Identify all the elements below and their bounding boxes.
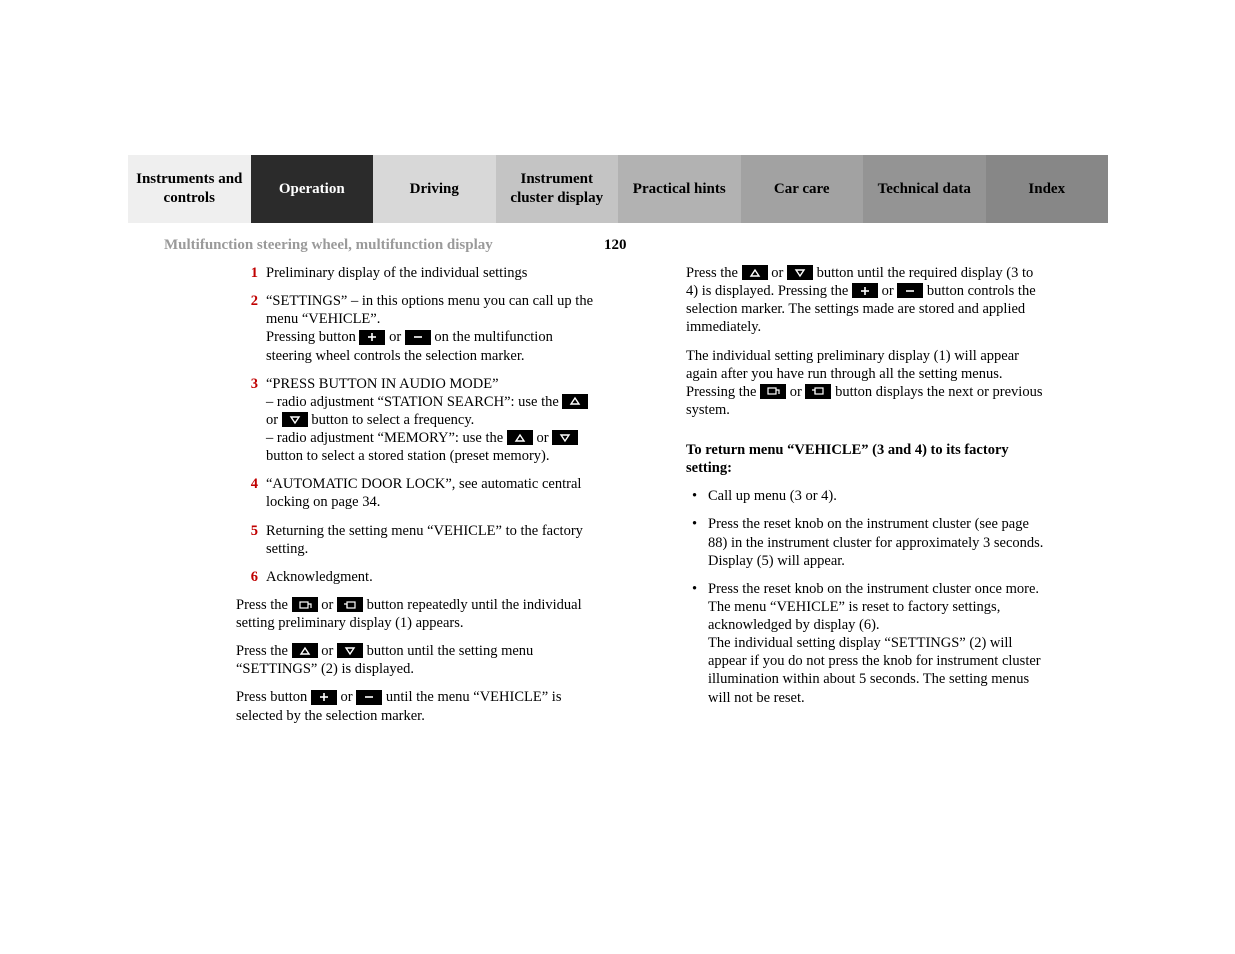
tab-index[interactable]: Index <box>986 155 1109 223</box>
tab-bar: Instruments and controls Operation Drivi… <box>128 155 1108 223</box>
text: Press button <box>236 689 311 705</box>
text: Pressing button <box>266 329 359 345</box>
paragraph: Press the or button until the setting me… <box>236 642 598 678</box>
text: or <box>533 430 552 446</box>
bullet-item: Press the reset knob on the instrument c… <box>686 515 1046 569</box>
tab-instruments-controls[interactable]: Instruments and controls <box>128 155 251 223</box>
down-arrow-icon <box>787 265 813 280</box>
tab-driving[interactable]: Driving <box>373 155 496 223</box>
tab-cluster-display[interactable]: Instrument cluster display <box>496 155 619 223</box>
screen-prev-icon <box>292 597 318 612</box>
left-column: 1 Preliminary display of the individual … <box>238 264 598 735</box>
manual-page: Instruments and controls Operation Drivi… <box>128 155 1108 735</box>
list-item: 3 “PRESS BUTTON IN AUDIO MODE” – radio a… <box>238 375 598 466</box>
list-item: 5 Returning the setting menu “VEHICLE” t… <box>238 522 598 558</box>
item-text: “SETTINGS” – in this options menu you ca… <box>266 292 598 365</box>
plus-icon <box>852 283 878 298</box>
text: – radio adjustment “MEMORY”: use the <box>266 430 507 446</box>
text: “SETTINGS” – in this options menu you ca… <box>266 293 593 327</box>
item-number: 3 <box>238 375 258 466</box>
tab-technical-data[interactable]: Technical data <box>863 155 986 223</box>
text: or <box>318 643 337 659</box>
text: button to select a frequency. <box>308 412 475 428</box>
item-text: “PRESS BUTTON IN AUDIO MODE” – radio adj… <box>266 375 598 466</box>
minus-icon <box>405 330 431 345</box>
text: Press the <box>236 597 292 613</box>
item-number: 1 <box>238 264 258 282</box>
item-text: Preliminary display of the individual se… <box>266 264 598 282</box>
bullet-item: Call up menu (3 or 4). <box>686 487 1046 505</box>
text: The individual setting display “SETTINGS… <box>708 635 1041 705</box>
text: or <box>786 384 805 400</box>
item-text: “AUTOMATIC DOOR LOCK”, see automatic cen… <box>266 475 598 511</box>
text: Press the <box>236 643 292 659</box>
text: or <box>878 283 897 299</box>
bullet-item: Press the reset knob on the instrument c… <box>686 580 1046 707</box>
item-number: 5 <box>238 522 258 558</box>
list-item: 6 Acknowledgment. <box>238 568 598 586</box>
item-text: Returning the setting menu “VEHICLE” to … <box>266 522 598 558</box>
list-item: 1 Preliminary display of the individual … <box>238 264 598 282</box>
paragraph: Press the or button repeatedly until the… <box>236 596 598 632</box>
up-arrow-icon <box>562 394 588 409</box>
up-arrow-icon <box>742 265 768 280</box>
down-arrow-icon <box>282 412 308 427</box>
plus-icon <box>311 690 337 705</box>
paragraph: The individual setting preliminary displ… <box>686 347 1046 420</box>
list-item: 2 “SETTINGS” – in this options menu you … <box>238 292 598 365</box>
text: Press the reset knob on the instrument c… <box>708 581 1039 633</box>
tab-car-care[interactable]: Car care <box>741 155 864 223</box>
item-number: 6 <box>238 568 258 586</box>
text: Press the <box>686 265 742 281</box>
text: or <box>768 265 787 281</box>
subheading: To return menu “VEHICLE” (3 and 4) to it… <box>686 441 1046 477</box>
text: or <box>385 329 404 345</box>
tab-practical-hints[interactable]: Practical hints <box>618 155 741 223</box>
up-arrow-icon <box>507 430 533 445</box>
text: or <box>266 412 282 428</box>
up-arrow-icon <box>292 643 318 658</box>
page-number: 120 <box>604 237 627 254</box>
bullet-list: Call up menu (3 or 4). Press the reset k… <box>686 487 1046 706</box>
paragraph: Press button or until the menu “VEHICLE”… <box>236 688 598 724</box>
item-number: 2 <box>238 292 258 365</box>
section-title: Multifunction steering wheel, multifunct… <box>164 237 493 254</box>
minus-icon <box>356 690 382 705</box>
item-text: Acknowledgment. <box>266 568 598 586</box>
item-number: 4 <box>238 475 258 511</box>
screen-next-icon <box>805 384 831 399</box>
right-column: Press the or button until the required d… <box>686 264 1046 735</box>
screen-next-icon <box>337 597 363 612</box>
text: or <box>318 597 337 613</box>
minus-icon <box>897 283 923 298</box>
content-columns: 1 Preliminary display of the individual … <box>128 264 1108 735</box>
text: button to select a stored station (prese… <box>266 448 549 464</box>
text: or <box>337 689 356 705</box>
numbered-list: 1 Preliminary display of the individual … <box>238 264 598 586</box>
plus-icon <box>359 330 385 345</box>
text: – radio adjustment “STATION SEARCH”: use… <box>266 394 562 410</box>
down-arrow-icon <box>552 430 578 445</box>
screen-prev-icon <box>760 384 786 399</box>
down-arrow-icon <box>337 643 363 658</box>
list-item: 4 “AUTOMATIC DOOR LOCK”, see automatic c… <box>238 475 598 511</box>
tab-operation[interactable]: Operation <box>251 155 374 223</box>
page-header: Multifunction steering wheel, multifunct… <box>128 237 1108 254</box>
paragraph: Press the or button until the required d… <box>686 264 1046 337</box>
text: “PRESS BUTTON IN AUDIO MODE” <box>266 376 499 392</box>
